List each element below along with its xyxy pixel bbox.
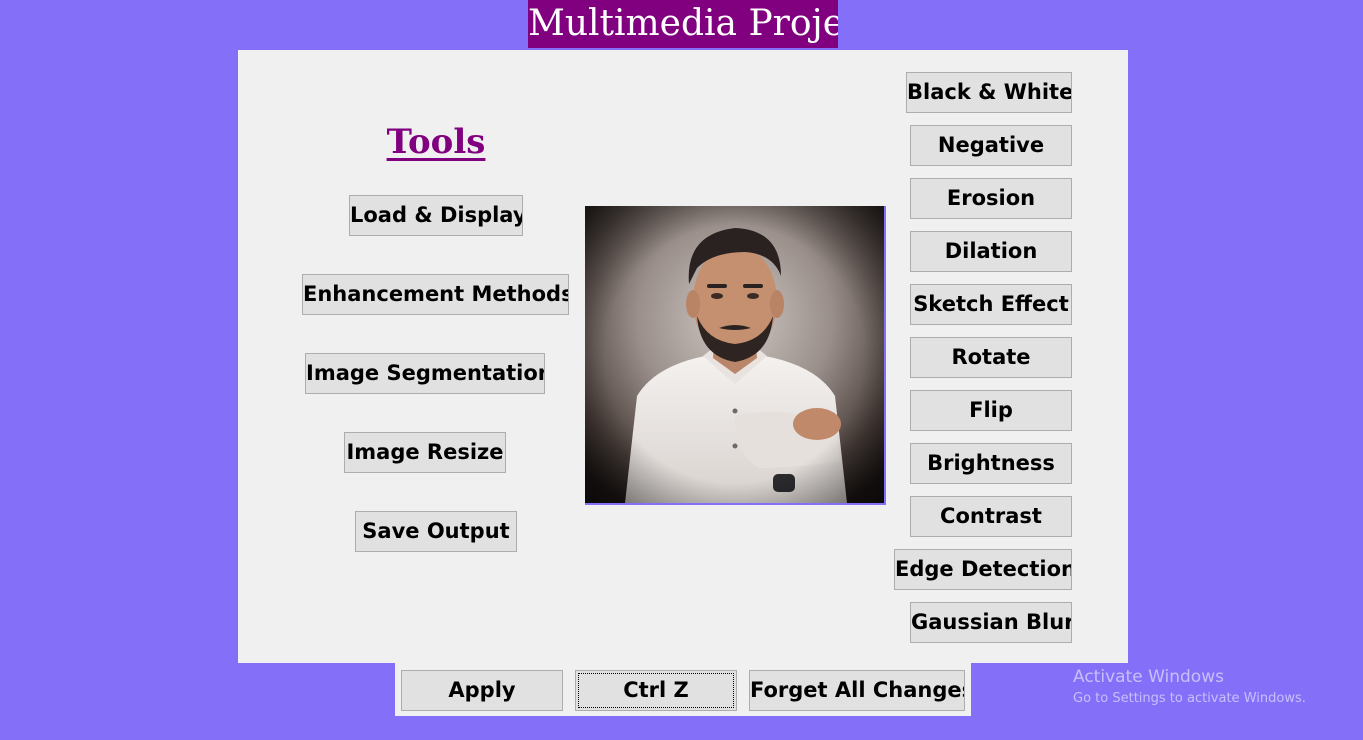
contrast-button[interactable]: Contrast [910,496,1072,537]
rotate-button[interactable]: Rotate [910,337,1072,378]
dilation-button[interactable]: Dilation [910,231,1072,272]
portrait-image [585,206,884,503]
gaussian-blur-button[interactable]: Gaussian Blur [910,602,1072,643]
apply-button[interactable]: Apply [401,670,563,711]
activate-windows-watermark: Activate Windows Go to Settings to activ… [1073,666,1306,710]
edge-detection-button[interactable]: Edge Detection [894,549,1072,590]
tools-heading: Tools [386,122,486,162]
app-title: Multimedia Project [528,0,838,48]
image-resize-button[interactable]: Image Resize [344,432,506,473]
watermark-subtitle: Go to Settings to activate Windows. [1073,691,1306,706]
watermark-title: Activate Windows [1073,667,1224,687]
load-display-button[interactable]: Load & Display [349,195,523,236]
forget-all-changes-button[interactable]: Forget All Changes [749,670,965,711]
image-segmentation-button[interactable]: Image Segmentation [305,353,545,394]
erosion-button[interactable]: Erosion [910,178,1072,219]
flip-button[interactable]: Flip [910,390,1072,431]
image-display [585,206,886,505]
black-white-button[interactable]: Black & White [906,72,1072,113]
brightness-button[interactable]: Brightness [910,443,1072,484]
undo-button[interactable]: Ctrl Z [575,670,737,711]
save-output-button[interactable]: Save Output [355,511,517,552]
sketch-effect-button[interactable]: Sketch Effect [910,284,1072,325]
enhancement-methods-button[interactable]: Enhancement Methods [302,274,569,315]
negative-button[interactable]: Negative [910,125,1072,166]
